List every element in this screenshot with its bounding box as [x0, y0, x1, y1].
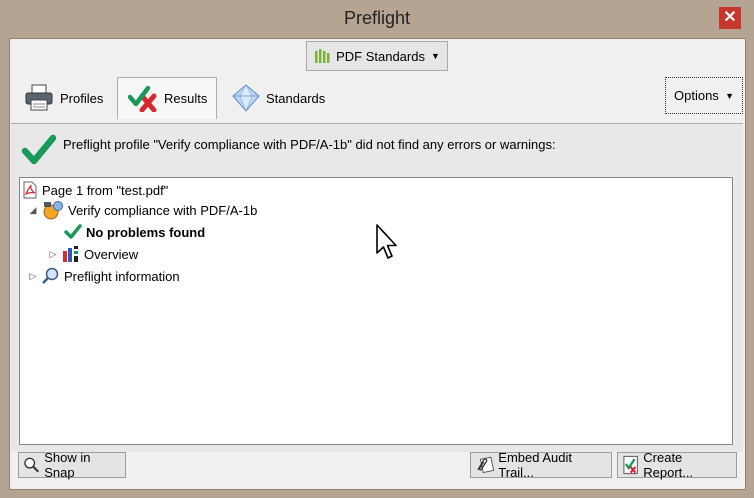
tree-item-info[interactable]: ▷ Preflight information — [28, 266, 180, 286]
results-summary-text: Preflight profile "Verify compliance wit… — [63, 137, 556, 152]
report-icon — [623, 455, 638, 475]
profile-icon — [43, 201, 63, 220]
pdf-file-icon — [23, 181, 37, 199]
collapsed-arrow-icon[interactable]: ▷ — [48, 249, 58, 260]
results-tree[interactable]: Page 1 from "test.pdf" ◢ Verify complian… — [19, 177, 733, 445]
create-report-label: Create Report... — [643, 450, 694, 480]
tree-item-overview-label: Overview — [84, 246, 139, 262]
tab-profiles[interactable]: Profiles — [20, 77, 114, 119]
tab-standards[interactable]: Standards — [232, 77, 342, 119]
magnifier-icon — [24, 457, 40, 473]
overview-chart-icon — [63, 246, 78, 262]
embed-audit-trail-label: Embed Audit Trail... — [498, 450, 572, 480]
chevron-down-icon: ▼ — [725, 90, 734, 101]
close-button[interactable]: ✕ — [719, 7, 741, 29]
mouse-pointer-icon — [376, 224, 397, 259]
preflight-dialog: PDF Standards ▼ Profiles Results Standar… — [9, 38, 746, 490]
tree-item-profile-label: Verify compliance with PDF/A-1b — [68, 202, 258, 218]
title-bar: Preflight ✕ — [0, 0, 754, 38]
tab-bar: Profiles Results Standards — [10, 75, 745, 121]
pdf-standards-label: PDF Standards — [336, 48, 425, 64]
options-button[interactable]: Options ▼ — [665, 77, 743, 114]
window-title: Preflight — [343, 8, 411, 28]
tree-item-info-label: Preflight information — [64, 268, 180, 284]
results-panel: Preflight profile "Verify compliance wit… — [11, 123, 743, 452]
tree-item-status-label: No problems found — [86, 224, 206, 240]
tree-item-page[interactable]: Page 1 from "test.pdf" — [22, 180, 168, 200]
diamond-icon — [232, 84, 260, 112]
bars-icon — [315, 49, 330, 63]
collapsed-arrow-icon[interactable]: ▷ — [28, 271, 38, 282]
tab-standards-label: Standards — [266, 90, 326, 106]
tab-profiles-label: Profiles — [60, 90, 104, 106]
tree-item-profile[interactable]: ◢ Verify compliance with PDF/A-1b — [28, 200, 257, 220]
expanded-arrow-icon[interactable]: ◢ — [28, 205, 38, 216]
embed-audit-trail-button[interactable]: Embed Audit Trail... — [470, 450, 612, 480]
tree-item-overview[interactable]: ▷ Overview — [48, 244, 138, 264]
paperclip-icon — [477, 456, 495, 474]
printer-icon — [25, 84, 53, 111]
results-summary: Preflight profile "Verify compliance wit… — [21, 134, 556, 166]
tree-item-status[interactable]: No problems found — [64, 222, 205, 242]
tab-results-label: Results — [164, 91, 208, 106]
pdf-standards-dropdown[interactable]: PDF Standards ▼ — [306, 41, 448, 71]
show-in-snap-label: Show in Snap — [44, 450, 91, 480]
tree-item-page-label: Page 1 from "test.pdf" — [42, 182, 169, 198]
show-in-snap-button[interactable]: Show in Snap — [18, 450, 126, 480]
options-label: Options — [674, 88, 719, 103]
checkmark-icon — [21, 134, 57, 165]
chevron-down-icon: ▼ — [430, 51, 440, 61]
tab-results[interactable]: Results — [117, 77, 217, 119]
magnifier-icon — [42, 267, 59, 284]
check-cross-icon — [128, 85, 157, 112]
create-report-button[interactable]: Create Report... — [617, 450, 737, 480]
checkmark-icon — [64, 224, 82, 239]
